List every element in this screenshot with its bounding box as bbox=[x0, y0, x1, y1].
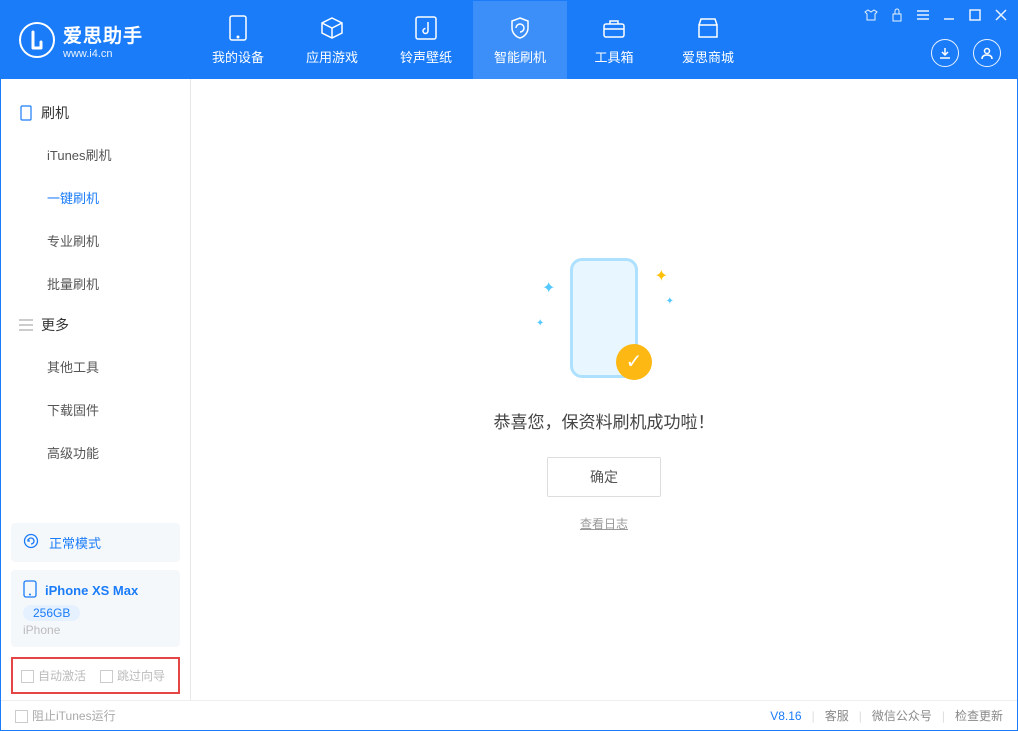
block-itunes-checkbox[interactable]: 阻止iTunes运行 bbox=[15, 707, 116, 724]
storage-badge: 256GB bbox=[23, 605, 80, 621]
group-title: 更多 bbox=[41, 315, 69, 335]
main-content: ✦ ✦ ✦ ✦ ✓ 恭喜您，保资料刷机成功啦！ 确定 查看日志 bbox=[191, 79, 1017, 700]
tab-label: 铃声壁纸 bbox=[400, 47, 452, 66]
list-icon bbox=[19, 318, 33, 332]
minimize-icon[interactable] bbox=[941, 7, 957, 23]
check-badge-icon: ✓ bbox=[616, 344, 652, 380]
tab-label: 爱思商城 bbox=[682, 47, 734, 66]
sidebar-item-batch-flash[interactable]: 批量刷机 bbox=[1, 262, 190, 305]
close-icon[interactable] bbox=[993, 7, 1009, 23]
sidebar-item-download-firmware[interactable]: 下载固件 bbox=[1, 388, 190, 431]
refresh-icon bbox=[23, 533, 39, 552]
window-controls bbox=[863, 7, 1009, 23]
skip-guide-checkbox[interactable]: 跳过向导 bbox=[100, 667, 165, 684]
sidebar-item-pro-flash[interactable]: 专业刷机 bbox=[1, 219, 190, 262]
sparkle-icon: ✦ bbox=[655, 266, 668, 286]
options-row: 自动激活 跳过向导 bbox=[11, 657, 180, 694]
success-message: 恭喜您，保资料刷机成功啦！ bbox=[494, 408, 715, 433]
main-tabs: 我的设备 应用游戏 铃声壁纸 智能刷机 工具箱 爱思商城 bbox=[191, 1, 755, 79]
sidebar: 刷机 iTunes刷机 一键刷机 专业刷机 批量刷机 更多 其他工具 下载固件 … bbox=[1, 79, 191, 700]
sidebar-item-oneclick-flash[interactable]: 一键刷机 bbox=[1, 176, 190, 219]
app-url: www.i4.cn bbox=[63, 48, 143, 60]
tab-ringtones-wallpapers[interactable]: 铃声壁纸 bbox=[379, 1, 473, 79]
tab-smart-flash[interactable]: 智能刷机 bbox=[473, 1, 567, 79]
sparkle-icon: ✦ bbox=[536, 318, 544, 329]
tab-toolbox[interactable]: 工具箱 bbox=[567, 1, 661, 79]
tab-label: 应用游戏 bbox=[306, 47, 358, 66]
view-log-link[interactable]: 查看日志 bbox=[580, 515, 628, 532]
user-icon[interactable] bbox=[973, 39, 1001, 67]
auto-activate-checkbox[interactable]: 自动激活 bbox=[21, 667, 86, 684]
success-illustration: ✦ ✦ ✦ ✦ ✓ bbox=[534, 248, 674, 388]
maximize-icon[interactable] bbox=[967, 7, 983, 23]
group-title: 刷机 bbox=[41, 103, 69, 123]
logo-section: 爱思助手 www.i4.cn bbox=[1, 1, 191, 79]
device-name: iPhone XS Max bbox=[45, 583, 138, 598]
phone-icon bbox=[19, 106, 33, 120]
store-icon bbox=[695, 15, 721, 41]
tab-apps-games[interactable]: 应用游戏 bbox=[285, 1, 379, 79]
device-card[interactable]: iPhone XS Max 256GB iPhone bbox=[11, 570, 180, 647]
shield-refresh-icon bbox=[507, 15, 533, 41]
ok-button[interactable]: 确定 bbox=[547, 457, 661, 497]
sparkle-icon: ✦ bbox=[666, 296, 674, 307]
app-title: 爱思助手 bbox=[63, 21, 143, 48]
sidebar-group-more: 更多 bbox=[1, 305, 190, 345]
download-icon[interactable] bbox=[931, 39, 959, 67]
sidebar-group-flash: 刷机 bbox=[1, 93, 190, 133]
header: 爱思助手 www.i4.cn 我的设备 应用游戏 铃声壁纸 智能刷机 工具箱 爱… bbox=[1, 1, 1017, 79]
cube-icon bbox=[319, 15, 345, 41]
tab-label: 智能刷机 bbox=[494, 47, 546, 66]
footer: 阻止iTunes运行 V8.16 | 客服 | 微信公众号 | 检查更新 bbox=[1, 700, 1017, 730]
shirt-icon[interactable] bbox=[863, 7, 879, 23]
footer-link-support[interactable]: 客服 bbox=[825, 707, 849, 724]
version-label: V8.16 bbox=[770, 709, 801, 723]
sparkle-icon: ✦ bbox=[542, 278, 555, 298]
music-icon bbox=[413, 15, 439, 41]
header-right-icons bbox=[931, 39, 1001, 67]
menu-icon[interactable] bbox=[915, 7, 931, 23]
sidebar-item-other-tools[interactable]: 其他工具 bbox=[1, 345, 190, 388]
footer-link-update[interactable]: 检查更新 bbox=[955, 707, 1003, 724]
footer-link-wechat[interactable]: 微信公众号 bbox=[872, 707, 932, 724]
mode-label: 正常模式 bbox=[49, 533, 101, 552]
device-type: iPhone bbox=[23, 623, 168, 637]
device-icon bbox=[225, 15, 251, 41]
device-phone-icon bbox=[23, 580, 37, 601]
sidebar-item-advanced[interactable]: 高级功能 bbox=[1, 431, 190, 474]
app-logo-icon bbox=[19, 22, 55, 58]
toolbox-icon bbox=[601, 15, 627, 41]
tab-label: 工具箱 bbox=[594, 47, 633, 66]
tab-label: 我的设备 bbox=[212, 47, 264, 66]
sidebar-item-itunes-flash[interactable]: iTunes刷机 bbox=[1, 133, 190, 176]
lock-icon[interactable] bbox=[889, 7, 905, 23]
tab-store[interactable]: 爱思商城 bbox=[661, 1, 755, 79]
mode-card[interactable]: 正常模式 bbox=[11, 523, 180, 562]
tab-my-device[interactable]: 我的设备 bbox=[191, 1, 285, 79]
